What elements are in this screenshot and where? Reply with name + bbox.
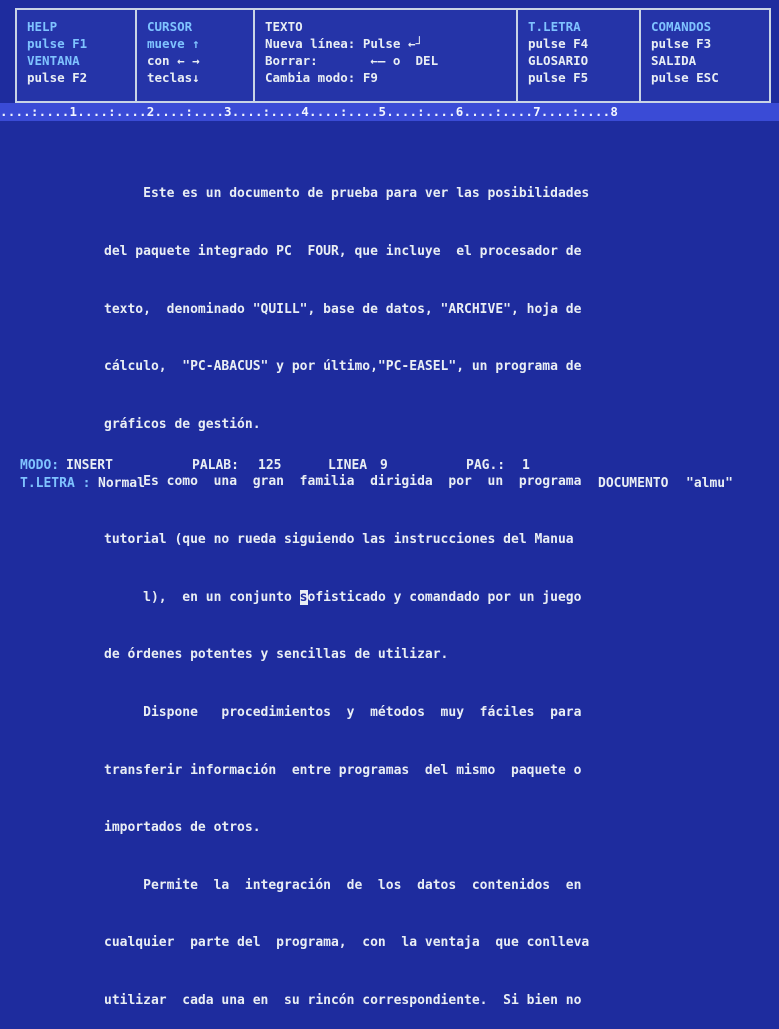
doc-line-9: de órdenes potentes y sencillas de utili… — [104, 647, 449, 663]
doc-line-4: cálculo, "PC-ABACUS" y por último,"PC-EA… — [104, 359, 582, 375]
pag-label: PAG.: — [466, 458, 506, 473]
glosario-key[interactable]: pulse F5 — [528, 69, 639, 86]
doc-line-8: l), en un conjunto sofisticado y comanda… — [104, 588, 704, 607]
tletra-status-label: T.LETRA : — [20, 476, 91, 491]
salida-label: SALIDA — [651, 53, 697, 68]
ventana-key[interactable]: pulse F2 — [27, 69, 135, 86]
status-bar: MODO: INSERT PALAB: 125 LINEA 9 PAG.: 1 … — [20, 457, 760, 517]
doc-line-15: utilizar cada una en su rincón correspon… — [104, 992, 582, 1008]
help-title: HELP — [27, 19, 58, 34]
doc-line-5: gráficos de gestión. — [104, 416, 261, 432]
comandos-column: COMANDOS pulse F3 SALIDA pulse ESC — [641, 10, 769, 101]
doc-line-3: texto, denominado "QUILL", base de datos… — [104, 301, 582, 317]
function-key-panel: HELP pulse F1 VENTANA pulse F2 CURSOR mu… — [15, 8, 771, 103]
ventana-label: VENTANA — [27, 53, 80, 68]
texto-column: TEXTO Nueva línea: Pulse ←┘ Borrar: ←— o… — [255, 10, 518, 101]
documento-value: "almu" — [686, 476, 733, 491]
tletra-key[interactable]: pulse F4 — [528, 35, 639, 52]
doc-line-2: del paquete integrado PC FOUR, que inclu… — [104, 244, 582, 260]
cursor-title: CURSOR — [147, 19, 193, 34]
comandos-key[interactable]: pulse F3 — [651, 35, 769, 52]
nueva-linea-hint: Nueva línea: Pulse ←┘ — [265, 36, 424, 51]
doc-line-11: transferir información entre programas d… — [104, 762, 582, 778]
tletra-title: T.LETRA — [528, 19, 581, 34]
doc-line-8-after: ofisticado y comandado por un juego — [307, 589, 582, 605]
doc-line-10: Dispone procedimientos y métodos muy fác… — [104, 704, 582, 720]
modo-label: MODO: — [20, 458, 60, 473]
borrar-hint: Borrar: ←— o DEL — [265, 53, 439, 68]
doc-line-1: Este es un documento de prueba para ver … — [104, 186, 590, 202]
salida-key[interactable]: pulse ESC — [651, 69, 769, 86]
help-column: HELP pulse F1 VENTANA pulse F2 — [17, 10, 137, 101]
cursor-line2: con ← → — [147, 53, 200, 68]
cursor-column: CURSOR mueve ↑ con ← → teclas↓ — [137, 10, 255, 101]
documento-label: DOCUMENTO — [598, 476, 669, 491]
palab-label: PALAB: — [192, 458, 239, 473]
cursor-line3: teclas↓ — [147, 70, 200, 85]
linea-value: 9 — [380, 458, 388, 473]
doc-line-7: tutorial (que no rueda siguiendo las ins… — [104, 532, 574, 548]
palab-value: 125 — [258, 458, 282, 473]
doc-line-13: Permite la integración de los datos cont… — [104, 877, 582, 893]
modo-value: INSERT — [66, 458, 113, 473]
cursor-line1: mueve ↑ — [147, 36, 200, 51]
tletra-column: T.LETRA pulse F4 GLOSARIO pulse F5 — [518, 10, 641, 101]
doc-line-12: importados de otros. — [104, 820, 261, 836]
doc-line-8-before: l), en un conjunto — [104, 589, 300, 605]
column-ruler: ....:....1....:....2....:....3....:....4… — [0, 103, 779, 121]
texto-title: TEXTO — [265, 19, 303, 34]
cambia-modo-hint: Cambia modo: F9 — [265, 70, 378, 85]
glosario-label: GLOSARIO — [528, 53, 589, 68]
linea-label: LINEA — [328, 458, 368, 473]
document-text[interactable]: Este es un documento de prueba para ver … — [104, 146, 704, 1029]
text-cursor: s — [299, 589, 308, 605]
comandos-title: COMANDOS — [651, 19, 712, 34]
help-key[interactable]: pulse F1 — [27, 35, 135, 52]
doc-line-14: cualquier parte del programa, con la ven… — [104, 935, 590, 951]
pag-value: 1 — [522, 458, 530, 473]
tletra-status-value: Normal — [98, 476, 145, 491]
